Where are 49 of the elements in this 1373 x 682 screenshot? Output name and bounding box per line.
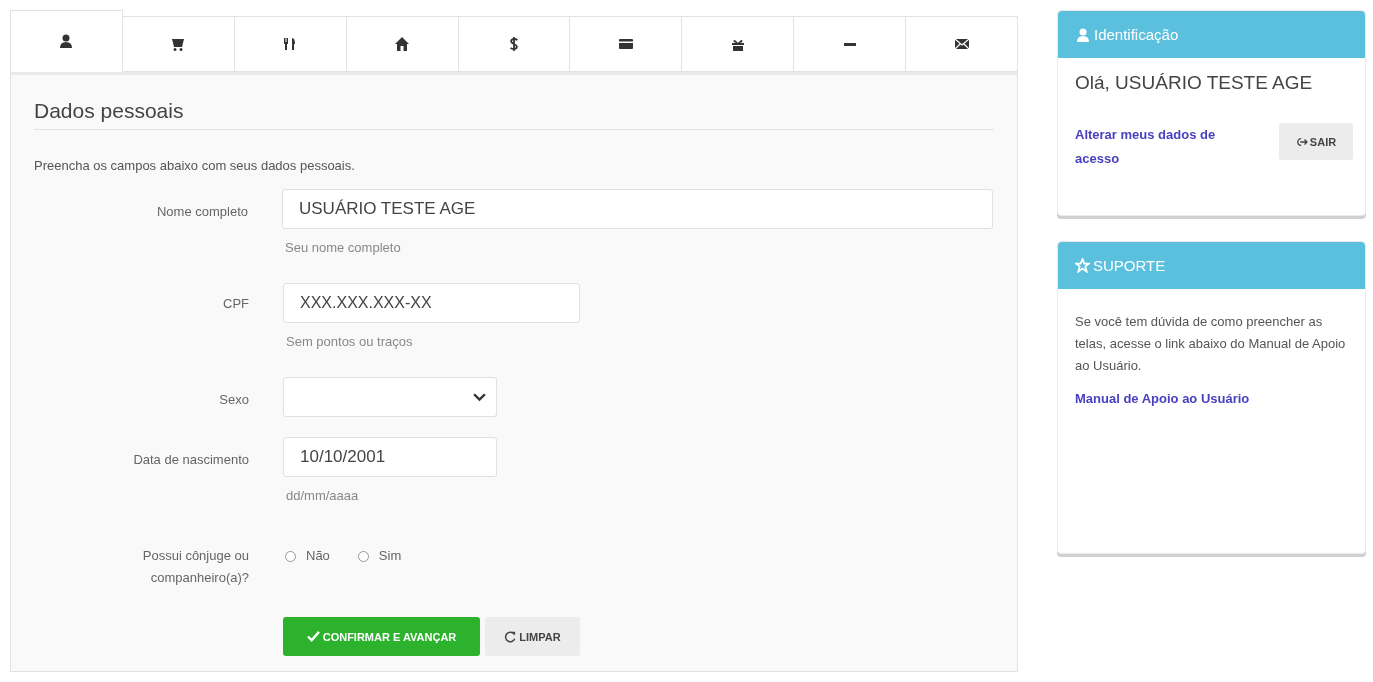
tab[interactable]: [794, 16, 907, 72]
user-icon: [1075, 26, 1091, 43]
field-label: CPF: [222, 295, 249, 313]
support-text: Se você tem dúvida de como preencher as telas, acesse o link abaixo do Manual de Apoio ao Usuário.: [1075, 313, 1347, 375]
tab[interactable]: [346, 16, 459, 72]
tab[interactable]: [10, 10, 123, 72]
input-field[interactable]: 10/10/2001: [283, 437, 497, 477]
cart-icon: [170, 36, 187, 52]
greeting-text: Olá, USUÁRIO TESTE AGE: [1075, 72, 1314, 94]
card-icon: [617, 36, 634, 52]
help-text: Seu nome completo: [285, 240, 402, 255]
input-field[interactable]: USUÁRIO TESTE AGE: [282, 189, 993, 229]
radio-option[interactable]: Não: [285, 545, 330, 567]
manual-link[interactable]: Manual de Apoio ao Usuário: [1075, 387, 1250, 411]
tab[interactable]: [234, 16, 347, 72]
tab[interactable]: [570, 16, 683, 72]
tab[interactable]: [122, 16, 235, 72]
user-icon: [58, 33, 75, 49]
intro-text: Preencha os campos abaixo com seus dados pessoais.: [34, 158, 356, 173]
card-title: SUPORTE: [1093, 257, 1166, 274]
check-icon: [306, 631, 320, 642]
card-title: Identificação: [1094, 26, 1179, 43]
star-icon: [1075, 258, 1090, 273]
change-access-link[interactable]: Alterar meus dados de acesso: [1075, 123, 1255, 171]
help-text: dd/mm/aaaa: [286, 488, 360, 503]
logout-button[interactable]: SAIR: [1279, 123, 1353, 160]
chevron-down-icon: [473, 392, 486, 402]
radio-button[interactable]: [285, 550, 296, 562]
input-field[interactable]: XXX.XXX.XXX-XX: [283, 283, 580, 323]
field-label: Nome completo: [155, 203, 248, 221]
envelope-icon: [953, 36, 970, 52]
radio-option[interactable]: Sim: [357, 545, 402, 567]
home-icon: [394, 36, 411, 52]
radio-label: Sim: [378, 547, 402, 565]
section-title: Dados pessoais: [34, 99, 994, 130]
help-text: Sem pontos ou traços: [286, 334, 414, 349]
select-field[interactable]: [283, 377, 497, 417]
refresh-icon: [504, 630, 517, 643]
sign-out-icon: [1295, 136, 1308, 147]
minus-icon: [843, 42, 856, 46]
radio-label: Não: [306, 547, 330, 565]
field-label: Data de nascimento: [132, 451, 249, 469]
field-label: Sexo: [218, 391, 249, 409]
radio-button[interactable]: [357, 550, 369, 562]
field-label: Possui cônjuge ou companheiro(a)?: [141, 547, 249, 587]
tab[interactable]: [682, 16, 795, 72]
tab[interactable]: [458, 16, 571, 72]
tab[interactable]: [906, 16, 1018, 72]
clear-button[interactable]: LIMPAR: [485, 617, 580, 656]
